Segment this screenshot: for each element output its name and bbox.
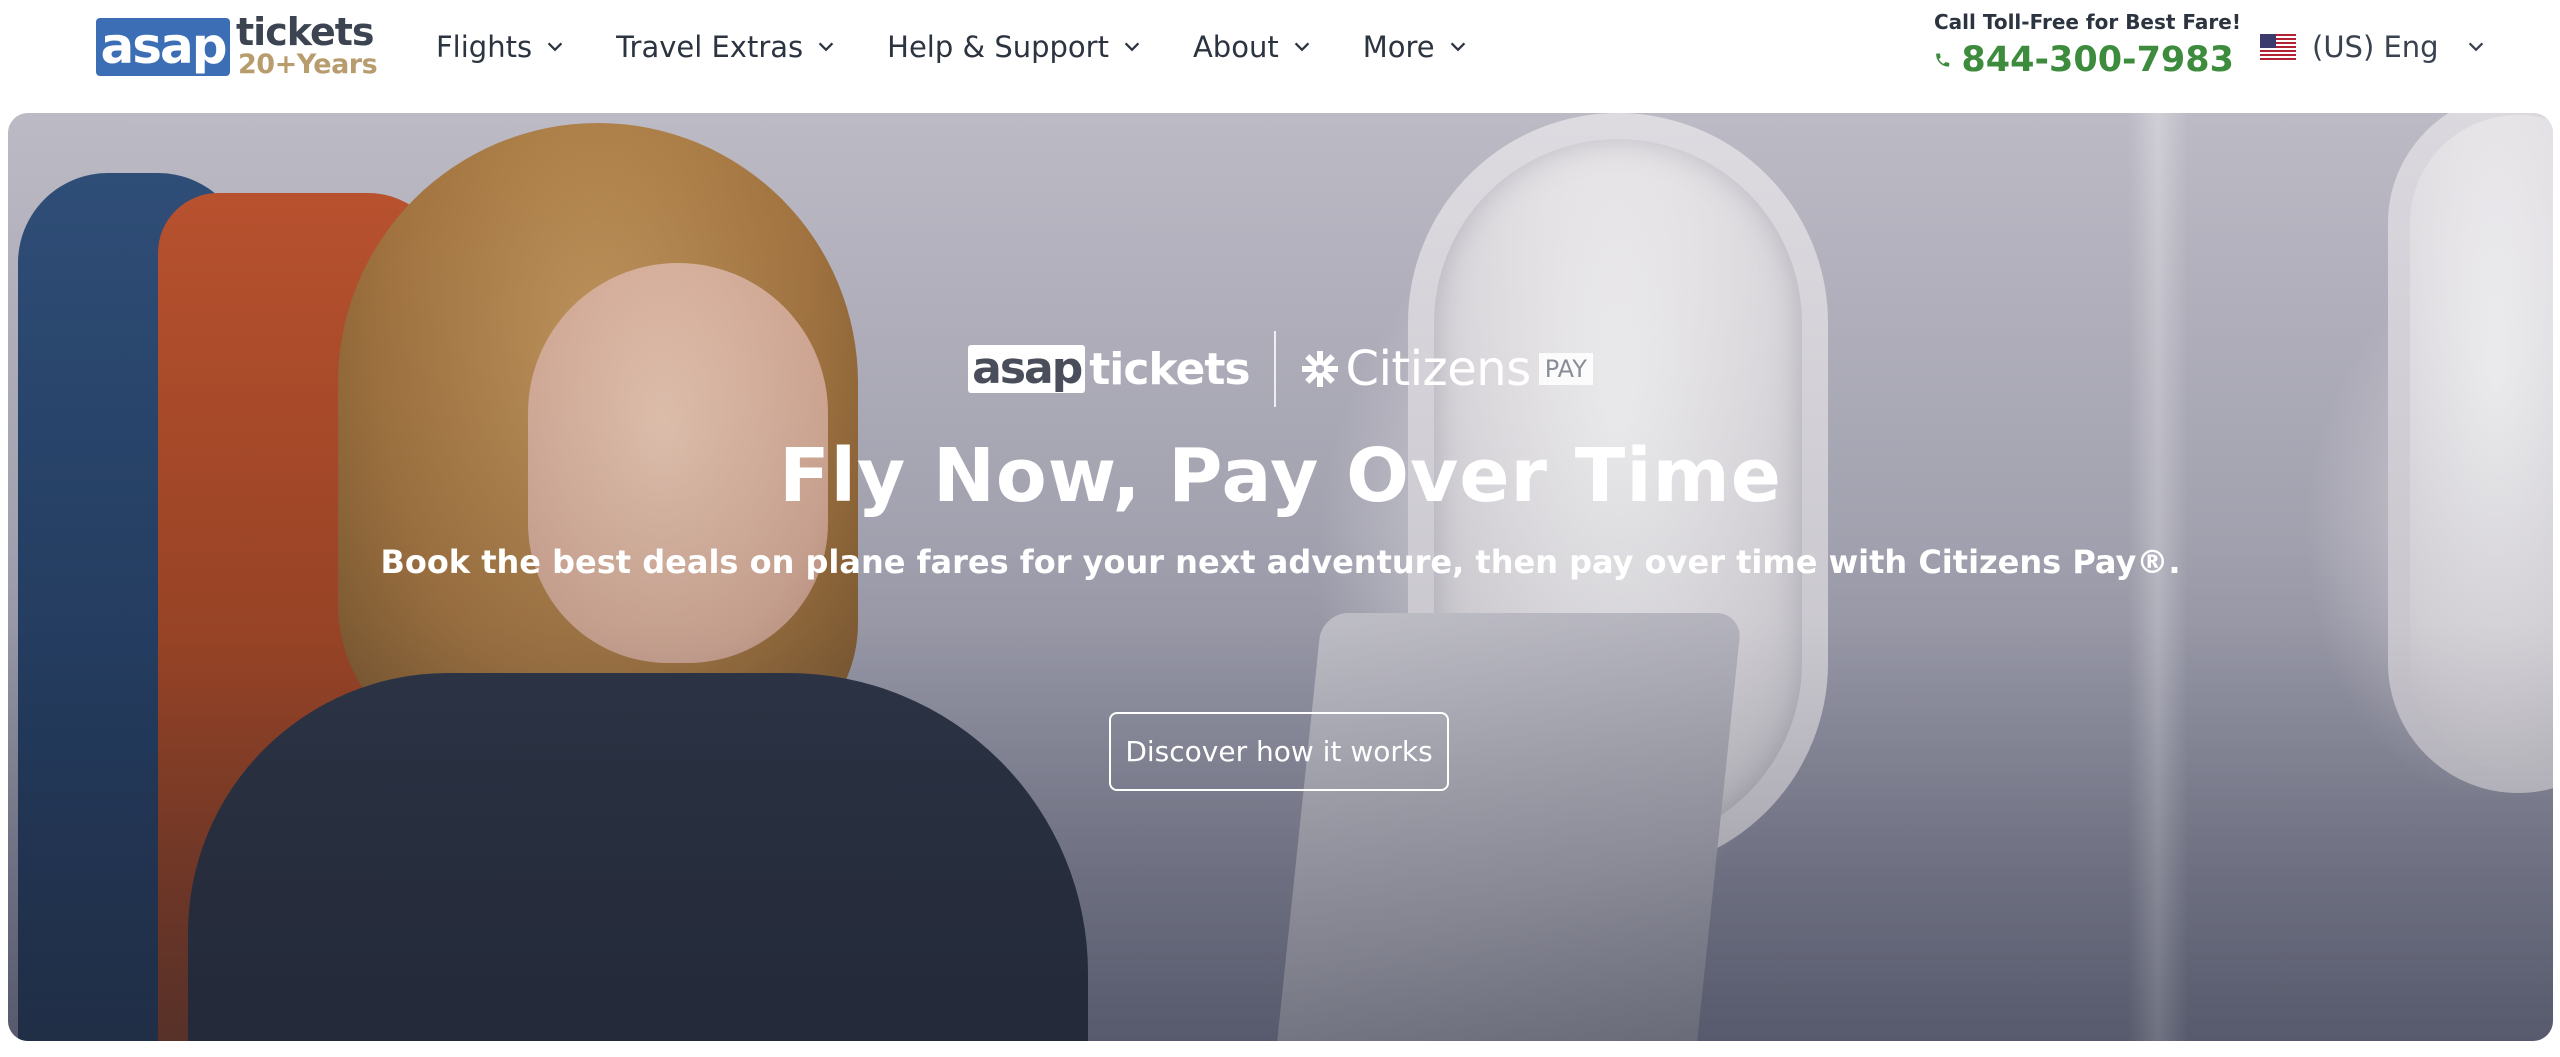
chevron-down-icon	[2468, 42, 2483, 52]
us-flag-icon	[2260, 34, 2296, 60]
site-header: asap tickets 20+Years Flights Travel Ext…	[0, 0, 2560, 112]
nav-item-label: About	[1192, 30, 1279, 64]
language-selector[interactable]: (US) Eng	[2260, 30, 2487, 64]
nav-item-more[interactable]: More	[1363, 30, 1469, 64]
nav-item-label: Help & Support	[887, 30, 1109, 64]
nav-item-flights[interactable]: Flights	[436, 30, 566, 64]
phone-link[interactable]: 844-300-7983	[1934, 40, 2234, 80]
hero-content: asap tickets Citizens PAY Fly Now, Pay O…	[8, 113, 2553, 1041]
nav-item-label: Flights	[436, 30, 533, 64]
partner-asap-box: asap	[968, 345, 1086, 393]
call-toll-free: Call Toll-Free for Best Fare! 844-300-79…	[1934, 10, 2241, 80]
partner-logos: asap tickets Citizens PAY	[8, 331, 2553, 407]
chevron-down-icon	[547, 42, 563, 52]
nav-item-label: More	[1362, 30, 1435, 64]
chevron-down-icon	[818, 42, 834, 52]
logo-wordmark: asap	[96, 18, 230, 76]
partner-divider	[1273, 331, 1276, 407]
hero-subtitle: Book the best deals on plane fares for y…	[380, 543, 2181, 581]
call-label: Call Toll-Free for Best Fare!	[1934, 10, 2241, 34]
language-label: (US) Eng	[2312, 30, 2439, 64]
citizens-pay-tag: PAY	[1538, 353, 1593, 385]
citizens-pay-logo: Citizens PAY	[1300, 341, 1593, 397]
citizens-name: Citizens	[1345, 341, 1532, 397]
citizens-logo-icon	[1301, 351, 1338, 387]
nav-item-travel-extras[interactable]: Travel Extras	[616, 30, 837, 64]
nav-item-label: Travel Extras	[616, 30, 804, 64]
discover-how-it-works-button[interactable]: Discover how it works	[1109, 712, 1449, 791]
asap-tickets-logo[interactable]: asap tickets 20+Years	[96, 12, 378, 80]
main-nav: Flights Travel Extras Help & Support Abo…	[436, 22, 1519, 72]
chevron-down-icon	[1450, 42, 1465, 52]
logo-product: tickets	[236, 10, 375, 54]
hero-title: Fly Now, Pay Over Time	[779, 433, 1782, 519]
chevron-down-icon	[1294, 42, 1309, 52]
phone-number[interactable]: 844-300-7983	[1961, 40, 2234, 80]
nav-item-help-support[interactable]: Help & Support	[887, 30, 1143, 64]
nav-item-about[interactable]: About	[1193, 30, 1313, 64]
logo-tagline: 20+Years	[238, 49, 378, 80]
partner-asap-tickets: tickets	[1089, 343, 1250, 395]
asap-tickets-partner-logo: asap tickets	[968, 343, 1251, 395]
chevron-down-icon	[1124, 42, 1140, 52]
phone-icon	[1936, 53, 1950, 67]
hero-banner: asap tickets Citizens PAY Fly Now, Pay O…	[8, 113, 2553, 1041]
